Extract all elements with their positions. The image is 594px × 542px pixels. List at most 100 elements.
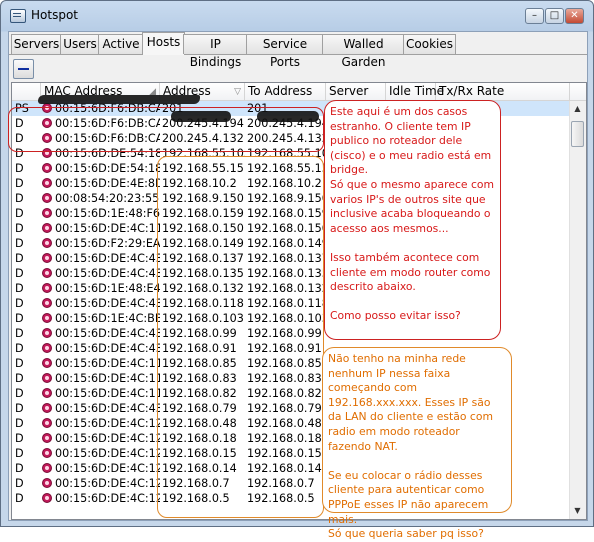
row-mac: 00:15:6D:DE:4C:12 — [55, 492, 160, 505]
annotation-red-note: Este aqui é um dos casos estranho. O cli… — [324, 100, 501, 340]
host-icon — [42, 448, 52, 458]
window-icon — [10, 9, 26, 23]
row-flag: D — [15, 372, 24, 385]
col-flags[interactable] — [12, 83, 41, 100]
row-mac: 00:15:6D:1E:4C:BB — [55, 312, 160, 325]
minimize-button[interactable]: – — [525, 8, 544, 24]
row-flag: D — [15, 492, 24, 505]
minus-icon — [18, 68, 29, 70]
host-icon — [42, 433, 52, 443]
row-flag: D — [15, 237, 24, 250]
row-mac: 00:15:6D:DE:4C:12 — [55, 462, 160, 475]
row-mac: 00:15:6D:DE:4C:11 — [55, 357, 160, 370]
host-icon — [42, 223, 52, 233]
host-icon — [42, 343, 52, 353]
col-to-address[interactable]: To Address — [245, 83, 326, 100]
row-flag: D — [15, 417, 24, 430]
row-mac: 00:15:6D:DE:4C:12 — [55, 417, 160, 430]
row-mac: 00:15:6D:DE:4C:12 — [55, 477, 160, 490]
row-flag: D — [15, 282, 24, 295]
scroll-up-icon[interactable]: ▲ — [572, 103, 583, 115]
row-flag: D — [15, 252, 24, 265]
annotation-orange-note: Não tenho na minha rede nenhum IP nessa … — [322, 347, 512, 540]
row-flag: D — [15, 192, 24, 205]
row-flag: D — [15, 432, 24, 445]
row-mac: 00:15:6D:DE:4C:43 — [55, 327, 160, 340]
row-flag: D — [15, 357, 24, 370]
row-mac: 00:15:6D:DE:4E:8D — [55, 177, 160, 190]
row-mac: 00:15:6D:1E:48:E4 — [55, 282, 160, 295]
host-icon — [42, 358, 52, 368]
row-flag: D — [15, 462, 24, 475]
row-mac: 00:15:6D:DE:4C:43 — [55, 252, 160, 265]
host-icon — [42, 463, 52, 473]
row-mac: 00:15:6D:DE:4C:43 — [55, 267, 160, 280]
host-icon — [42, 478, 52, 488]
row-mac: 00:15:6D:DE:4C:43 — [55, 297, 160, 310]
tab-service-ports[interactable]: Service Ports — [246, 34, 324, 69]
host-icon — [42, 403, 52, 413]
tab-hosts[interactable]: Hosts — [142, 32, 185, 55]
row-mac: 00:15:6D:DE:4C:11 — [55, 372, 160, 385]
tab-strip: Servers Users Active Hosts IP Bindings S… — [9, 32, 587, 69]
tab-cookies[interactable]: Cookies — [403, 34, 456, 54]
host-icon — [42, 193, 52, 203]
highlight-oval — [8, 107, 324, 152]
scroll-down-icon[interactable]: ▼ — [572, 505, 583, 517]
col-tx-rx-rate[interactable]: Tx/Rx Rate — [436, 83, 570, 100]
host-icon — [42, 178, 52, 188]
host-icon — [42, 328, 52, 338]
row-mac: 00:15:6D:DE:4C:11 — [55, 222, 160, 235]
scroll-thumb[interactable] — [571, 121, 584, 147]
col-server[interactable]: Server — [326, 83, 386, 100]
row-mac: 00:15:6D:DE:4C:11 — [55, 387, 160, 400]
row-flag: D — [15, 312, 24, 325]
row-mac: 00:15:6D:DE:4C:43 — [55, 402, 160, 415]
col-idle-time[interactable]: Idle Time — [386, 83, 444, 100]
row-flag: D — [15, 177, 24, 190]
host-icon — [42, 268, 52, 278]
tab-ip-bindings[interactable]: IP Bindings — [183, 34, 248, 69]
tab-walled-garden[interactable]: Walled Garden — [322, 34, 405, 69]
title-bar[interactable]: Hotspot – □ ✕ — [1, 1, 593, 31]
host-icon — [42, 313, 52, 323]
row-flag: D — [15, 162, 24, 175]
row-mac: 00:08:54:20:23:55 — [55, 192, 160, 205]
row-mac: 00:15:6D:DE:4C:43 — [55, 342, 160, 355]
row-flag: D — [15, 267, 24, 280]
tab-users[interactable]: Users — [60, 34, 100, 54]
window-title: Hotspot — [31, 8, 78, 22]
row-mac: 00:15:6D:F2:29:EA — [55, 237, 160, 250]
maximize-button[interactable]: □ — [545, 8, 564, 24]
row-mac: 00:15:6D:DE:4C:12 — [55, 432, 160, 445]
host-icon — [42, 238, 52, 248]
host-icon — [42, 253, 52, 263]
row-flag: D — [15, 297, 24, 310]
row-mac: 00:15:6D:DE:4C:12 — [55, 447, 160, 460]
host-icon — [42, 163, 52, 173]
row-flag: D — [15, 207, 24, 220]
row-flag: D — [15, 402, 24, 415]
host-icon — [42, 493, 52, 503]
tab-servers[interactable]: Servers — [11, 34, 62, 54]
row-mac: 00:15:6D:1E:48:F6 — [55, 207, 160, 220]
close-button[interactable]: ✕ — [565, 8, 584, 24]
host-icon — [42, 418, 52, 428]
host-icon — [42, 208, 52, 218]
row-flag: D — [15, 222, 24, 235]
host-icon — [42, 388, 52, 398]
row-mac: 00:15:6D:DE:54:18 — [55, 162, 160, 175]
vertical-scrollbar[interactable]: ▲ ▼ — [569, 101, 586, 519]
row-flag: D — [15, 327, 24, 340]
row-flag: D — [15, 387, 24, 400]
row-flag: D — [15, 477, 24, 490]
row-flag: D — [15, 447, 24, 460]
remove-button[interactable] — [13, 59, 34, 79]
row-flag: D — [15, 342, 24, 355]
sort-desc-icon: ▽ — [234, 87, 241, 97]
host-icon — [42, 283, 52, 293]
host-icon — [42, 373, 52, 383]
tab-active[interactable]: Active — [98, 34, 144, 54]
highlight-brace — [157, 156, 324, 518]
redaction-scribble — [38, 95, 200, 104]
